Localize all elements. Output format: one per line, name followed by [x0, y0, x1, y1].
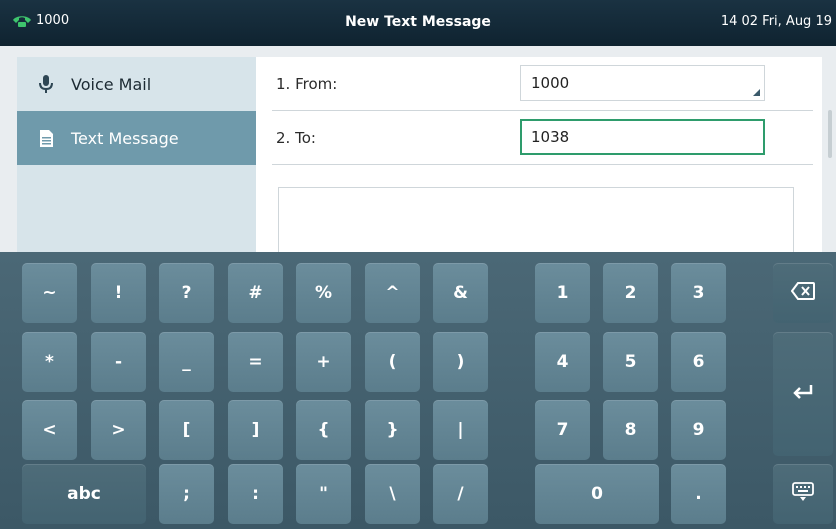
symbol-key[interactable]: _ — [159, 332, 214, 392]
symbol-key[interactable]: / — [433, 464, 488, 524]
symbol-key[interactable]: ! — [91, 263, 146, 323]
number-key[interactable]: 3 — [671, 263, 726, 323]
status-bar: 1000 New Text Message 14 02 Fri, Aug 19 — [0, 0, 836, 46]
symbol-key[interactable]: " — [296, 464, 351, 524]
symbol-key[interactable]: % — [296, 263, 351, 323]
document-icon — [35, 129, 57, 147]
scrollbar[interactable] — [828, 110, 832, 158]
enter-icon — [792, 384, 814, 405]
sidebar-item-voice-mail[interactable]: Voice Mail — [17, 57, 256, 111]
dropdown-corner-icon — [753, 89, 760, 96]
abc-key[interactable]: abc — [22, 464, 146, 524]
from-value: 1000 — [531, 74, 570, 92]
message-form: 1. From: 1000 2. To: 1038 — [256, 57, 822, 257]
symbol-key[interactable]: | — [433, 400, 488, 460]
to-label: 2. To: — [276, 129, 316, 147]
symbol-key[interactable]: = — [228, 332, 283, 392]
symbol-key[interactable]: ; — [159, 464, 214, 524]
symbol-key[interactable]: \ — [365, 464, 420, 524]
hide-keyboard-key[interactable] — [773, 464, 833, 524]
screen-title: New Text Message — [345, 14, 491, 30]
microphone-icon — [35, 75, 57, 93]
to-row: 2. To: 1038 — [272, 111, 813, 165]
to-field[interactable]: 1038 — [520, 119, 765, 155]
sidebar: Voice Mail Text Message — [17, 57, 256, 257]
number-key[interactable]: 0 — [535, 464, 659, 524]
sidebar-item-text-message[interactable]: Text Message — [17, 111, 256, 165]
number-key[interactable]: 7 — [535, 400, 590, 460]
symbol-key[interactable]: ] — [228, 400, 283, 460]
sidebar-item-label: Text Message — [71, 128, 179, 148]
symbol-key[interactable]: : — [228, 464, 283, 524]
number-key[interactable]: 1 — [535, 263, 590, 323]
symbol-key[interactable]: } — [365, 400, 420, 460]
symbol-key[interactable]: ~ — [22, 263, 77, 323]
enter-key[interactable] — [773, 332, 833, 456]
symbol-key[interactable]: & — [433, 263, 488, 323]
on-screen-keyboard: ~!? #% ^ & * - _ = +() < >[]{} | abc;: " \/ 1 2 3 4 5 6 7 8 9 0. — [0, 252, 836, 529]
phone-screen: 1000 New Text Message 14 02 Fri, Aug 19 … — [0, 0, 836, 529]
number-key[interactable]: 8 — [603, 400, 658, 460]
to-value: 1038 — [531, 128, 570, 146]
from-row: 1. From: 1000 — [272, 57, 813, 111]
symbol-key[interactable]: # — [228, 263, 283, 323]
number-key[interactable]: 2 — [603, 263, 658, 323]
symbol-key[interactable]: + — [296, 332, 351, 392]
from-field[interactable]: 1000 — [520, 65, 765, 101]
backspace-key[interactable] — [773, 263, 833, 323]
symbol-key[interactable]: { — [296, 400, 351, 460]
message-body-field[interactable] — [278, 187, 794, 257]
symbol-key[interactable]: > — [91, 400, 146, 460]
dot-key[interactable]: . — [671, 464, 726, 524]
symbol-key[interactable]: ( — [365, 332, 420, 392]
number-key[interactable]: 6 — [671, 332, 726, 392]
from-label: 1. From: — [276, 75, 338, 93]
symbol-key[interactable]: < — [22, 400, 77, 460]
symbol-key[interactable]: - — [91, 332, 146, 392]
backspace-icon — [790, 281, 815, 305]
symbol-key[interactable]: * — [22, 332, 77, 392]
sidebar-item-label: Voice Mail — [71, 74, 152, 94]
number-key[interactable]: 9 — [671, 400, 726, 460]
symbol-key[interactable]: ^ — [365, 263, 420, 323]
date-time: 14 02 Fri, Aug 19 — [720, 14, 832, 29]
symbol-key[interactable]: ? — [159, 263, 214, 323]
hide-keyboard-icon — [792, 481, 814, 507]
symbol-key[interactable]: [ — [159, 400, 214, 460]
number-key[interactable]: 5 — [603, 332, 658, 392]
number-key[interactable]: 4 — [535, 332, 590, 392]
symbol-key[interactable]: ) — [433, 332, 488, 392]
